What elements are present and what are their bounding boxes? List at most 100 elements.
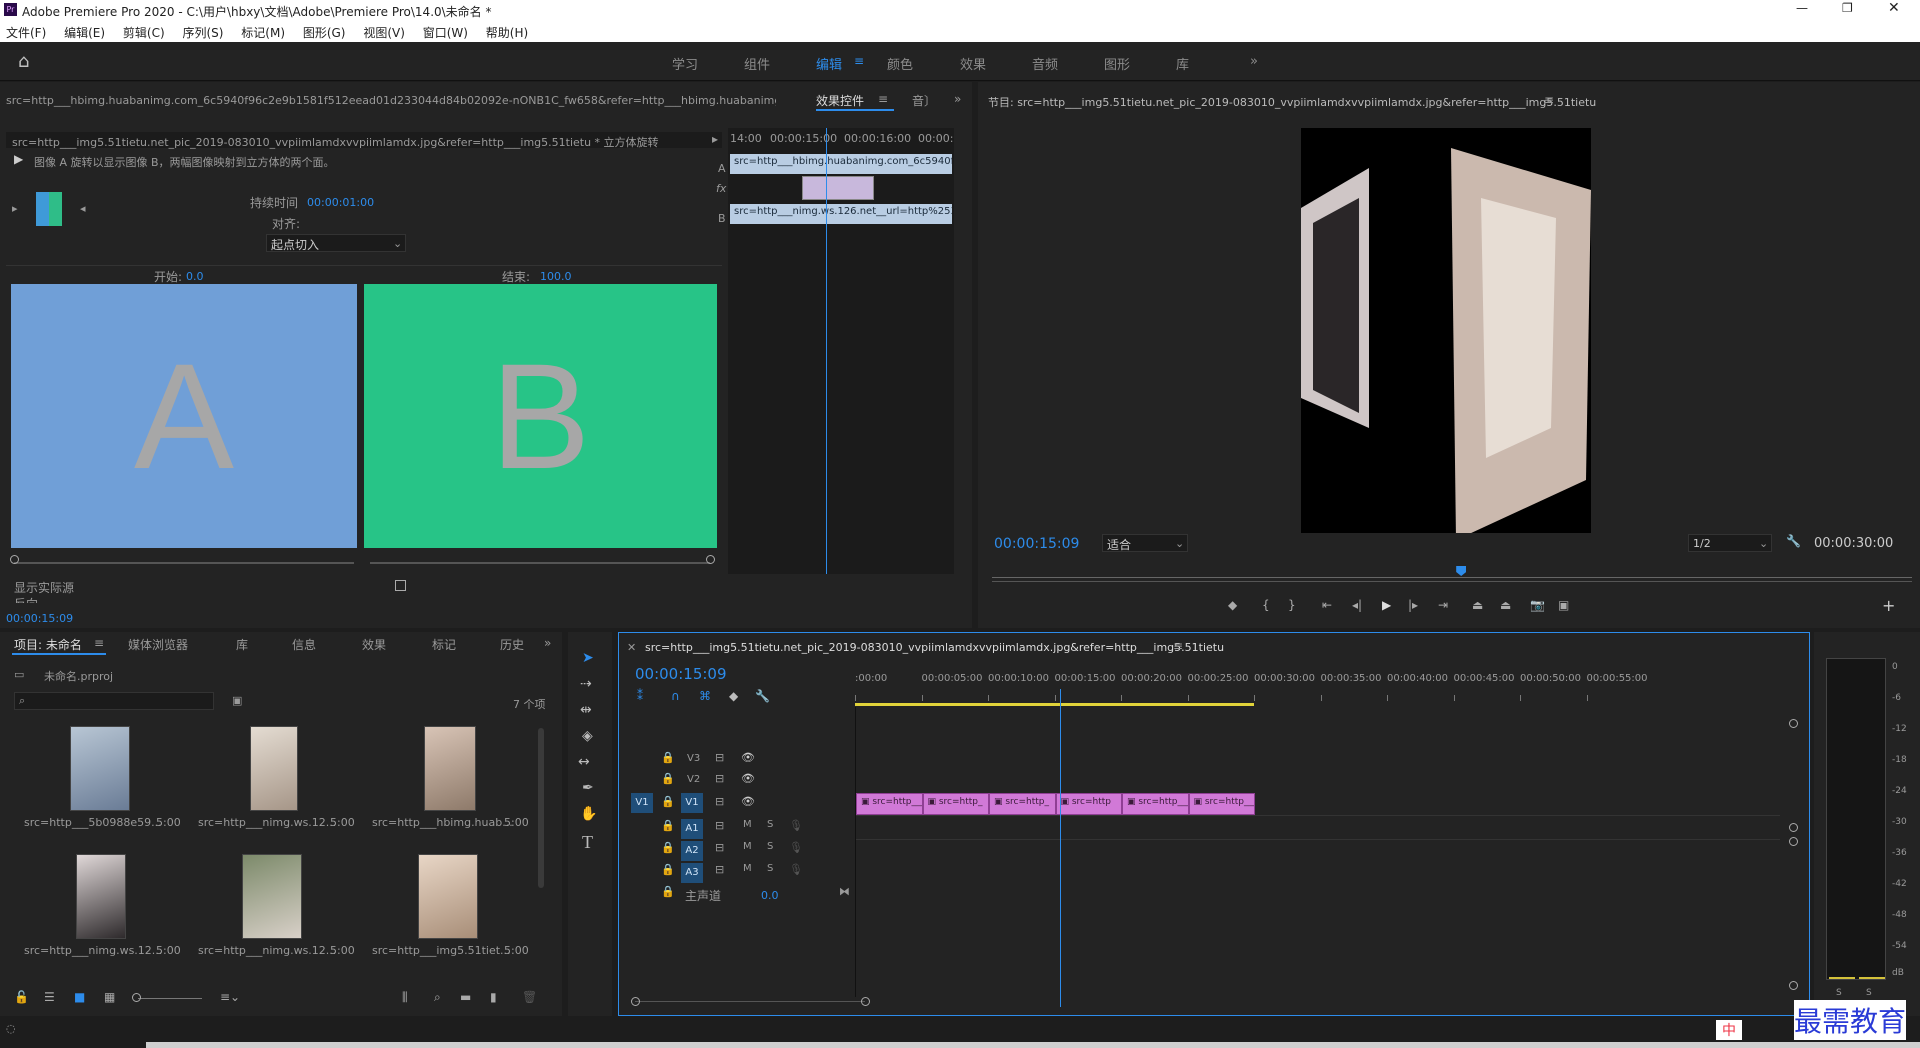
slip-tool-icon[interactable]: ↔ [578,754,590,770]
menu-window[interactable]: 窗口(W) [423,24,468,41]
play-icon[interactable]: ▶ [1382,598,1391,612]
wrench-icon[interactable]: 🔧 [1786,534,1801,548]
workspace-overflow-icon[interactable]: » [1250,54,1258,69]
mini-transition[interactable] [802,176,874,200]
compare-icon[interactable]: ▣ [1558,598,1569,612]
workspace-menu-icon[interactable]: ≡ [854,54,864,68]
tab-audio-clip[interactable]: 音〕 [912,92,936,109]
end-slider-handle[interactable] [706,555,715,564]
duration-value[interactable]: 00:00:01:00 [307,196,374,209]
lock-icon[interactable]: 🔒 [661,841,675,854]
workspace-audio[interactable]: 音频 [1032,54,1058,73]
solo-button[interactable]: S [767,819,773,830]
snap-icon[interactable]: ∩ [671,689,680,703]
mute-button[interactable]: M [743,863,752,874]
workspace-libraries[interactable]: 库 [1176,54,1189,73]
menu-marker[interactable]: 标记(M) [241,24,285,41]
icon-view-icon[interactable]: ■ [74,990,85,1004]
workspace-learn[interactable]: 学习 [672,54,698,73]
show-actual-checkbox[interactable] [395,580,406,591]
work-area-bar[interactable] [855,703,1254,706]
menu-view[interactable]: 视图(V) [363,24,405,41]
timeline-clip[interactable]: ▣ src=http___ [1122,793,1189,815]
scroll-handle[interactable] [1789,981,1798,990]
linked-selection-icon[interactable]: ⌘ [699,689,711,703]
master-value[interactable]: 0.0 [761,889,779,902]
scrollbar-handle-right[interactable] [861,997,870,1006]
ime-indicator[interactable]: 中 [1716,1020,1742,1040]
eye-icon[interactable]: 👁 [741,772,755,785]
scroll-handle[interactable] [1789,823,1798,832]
mute-button[interactable]: M [743,841,752,852]
tab-effects[interactable]: 效果 [362,636,386,653]
timeline-clip[interactable]: ▣ src=http_ [922,793,989,815]
program-menu-icon[interactable]: ≡ [1544,93,1554,107]
mini-clip-b[interactable]: src=http___nimg.ws.126.net__url=http%253 [730,204,952,224]
collapse-arrow-icon[interactable]: ▸ [712,132,718,146]
menu-edit[interactable]: 编辑(E) [64,24,105,41]
project-menu-icon[interactable]: ≡ [94,636,104,650]
workspace-graphics[interactable]: 图形 [1104,54,1130,73]
track-target-a1[interactable]: A1 [681,819,703,839]
tab-media-browser[interactable]: 媒体浏览器 [128,636,188,653]
type-tool-icon[interactable]: T [582,832,593,853]
menu-help[interactable]: 帮助(H) [486,24,528,41]
end-slider[interactable] [370,562,710,564]
zoom-slider-handle[interactable] [132,993,141,1002]
solo-button[interactable]: S [767,841,773,852]
new-bin-icon[interactable]: ▣ [232,694,242,707]
zoom-slider[interactable] [138,998,202,999]
mute-button[interactable]: M [743,819,752,830]
timeline-scrollbar[interactable] [631,997,1797,1007]
add-marker-icon[interactable]: ◆ [729,689,738,703]
close-icon[interactable]: ✕ [1888,0,1900,16]
lock-icon[interactable]: 🔓 [14,990,29,1004]
lock-icon[interactable]: 🔒 [661,772,675,785]
add-button-icon[interactable]: + [1882,596,1895,615]
workspace-assembly[interactable]: 组件 [744,54,770,73]
align-dropdown[interactable]: 起点切入 ⌄ [266,234,406,252]
eye-icon[interactable]: 👁 [741,795,755,808]
freeform-view-icon[interactable]: ▦ [104,990,115,1004]
timeline-clip[interactable]: ▣ src=http___ [1188,793,1255,815]
tab-info[interactable]: 信息 [292,636,316,653]
tab-library[interactable]: 库 [236,636,248,653]
fit-dropdown[interactable]: 适合 ⌄ [1102,534,1188,552]
project-item-thumb[interactable] [418,854,478,939]
eye-icon[interactable]: 👁 [741,751,755,764]
project-search[interactable]: ⌕ [14,692,214,710]
program-timecode[interactable]: 00:00:15:09 [994,536,1079,552]
tab-project[interactable]: 项目: 未命名 [14,636,82,653]
go-to-in-icon[interactable]: ⇤ [1322,598,1332,612]
menu-clip[interactable]: 剪辑(C) [123,24,165,41]
selection-tool-icon[interactable]: ➤ [582,650,594,666]
lock-icon[interactable]: 🔒 [661,885,675,898]
ripple-edit-tool-icon[interactable]: ⇹ [580,702,592,718]
solo-left-button[interactable]: S [1836,988,1842,998]
timeline-ruler[interactable]: :00:00 00:00:05:00 00:00:10:00 00:00:15:00 0… [855,673,1799,705]
sync-lock-icon[interactable]: ⊟ [715,772,724,785]
tab-history[interactable]: 历史 [500,636,524,653]
track-target-a3[interactable]: A3 [681,863,703,883]
microphone-icon[interactable]: 🎙 [789,863,803,876]
menu-sequence[interactable]: 序列(S) [182,24,223,41]
panel-overflow-icon[interactable]: » [954,92,961,106]
extract-icon[interactable]: ⏏ [1500,598,1511,612]
add-marker-icon[interactable]: ◆ [1228,598,1237,612]
list-view-icon[interactable]: ☰ [44,990,55,1004]
razor-tool-icon[interactable]: ◈ [582,728,593,744]
timeline-clip[interactable]: ▣ src=http_ [989,793,1056,815]
timeline-timecode[interactable]: 00:00:15:09 [635,665,727,683]
tab-markers[interactable]: 标记 [432,636,456,653]
trash-icon[interactable]: 🗑 [522,990,537,1004]
minimize-icon[interactable]: — [1796,1,1808,15]
microphone-icon[interactable]: 🎙 [789,841,803,854]
timeline-clip[interactable]: ▣ src=http___ [856,793,923,815]
workspace-effects[interactable]: 效果 [960,54,986,73]
start-value[interactable]: 0.0 [186,270,204,283]
sync-lock-icon[interactable]: ⊟ [715,751,724,764]
scroll-handle[interactable] [1789,719,1798,728]
resolution-dropdown[interactable]: 1/2 ⌄ [1688,534,1772,552]
sync-lock-icon[interactable]: ⊟ [715,795,724,808]
start-slider[interactable] [14,562,354,564]
